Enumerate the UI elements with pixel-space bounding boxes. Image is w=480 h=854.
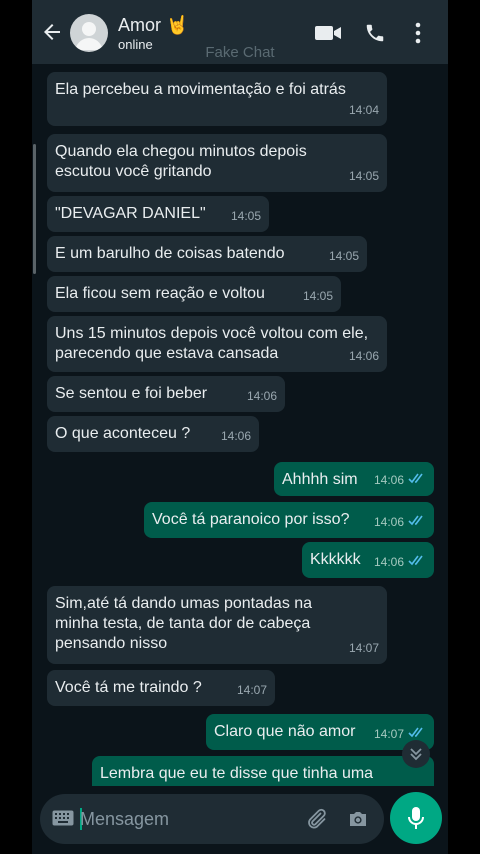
message-text: Ahhhh sim: [282, 471, 358, 488]
message-input[interactable]: Mensagem: [40, 794, 384, 844]
message-list[interactable]: Ela percebeu a movimentação e foi atrás …: [32, 64, 448, 786]
double-check-icon: [408, 470, 426, 490]
scroll-down-button[interactable]: [402, 740, 430, 768]
message-bubble-incoming[interactable]: O que aconteceu ? 14:06: [47, 416, 259, 452]
message-time: 14:06: [348, 349, 379, 363]
attach-icon[interactable]: [304, 807, 328, 836]
input-placeholder: Mensagem: [80, 809, 170, 829]
message-bubble-incoming[interactable]: Ela percebeu a movimentação e foi atrás …: [47, 72, 387, 126]
message-time: 14:05: [348, 169, 379, 183]
message-bubble-incoming[interactable]: Sim,até tá dando umas pontadas na minha …: [47, 586, 387, 664]
message-text: O que aconteceu ?: [55, 425, 191, 442]
message-text: Lembra que eu te disse que tinha uma: [100, 765, 374, 782]
message-time: 14:06: [220, 429, 251, 443]
scrollbar[interactable]: [33, 144, 36, 274]
chevron-down-icon: [410, 748, 422, 761]
camera-icon[interactable]: [346, 807, 370, 836]
chat-screen: Amor 🤘 online Fake Chat Ela percebeu a m…: [32, 0, 448, 854]
message-bubble-incoming[interactable]: Quando ela chegou minutos depois escutou…: [47, 134, 387, 192]
mic-button[interactable]: [390, 792, 442, 844]
message-text: Quando ela chegou minutos depois escutou…: [55, 143, 307, 180]
back-arrow-icon[interactable]: [40, 20, 64, 44]
message-text: E um barulho de coisas batendo: [55, 245, 285, 262]
message-time: 14:05: [328, 249, 359, 263]
message-bubble-incoming[interactable]: Se sentou e foi beber 14:06: [47, 376, 285, 412]
message-text: Você tá me traindo ?: [55, 679, 202, 696]
keyboard-icon[interactable]: [52, 810, 74, 831]
contact-name[interactable]: Amor 🤘: [118, 15, 188, 36]
video-call-icon[interactable]: [314, 22, 342, 49]
message-time: 14:05: [230, 209, 261, 223]
message-bubble-outgoing[interactable]: Claro que não amor 14:07: [206, 714, 434, 750]
message-bubble-outgoing[interactable]: Kkkkkk 14:06: [302, 542, 434, 578]
message-text: Se sentou e foi beber: [55, 385, 208, 402]
message-time: 14:07: [236, 683, 267, 697]
message-text: Você tá paranoico por isso?: [152, 511, 350, 528]
message-text: Kkkkkk: [310, 551, 361, 568]
message-time: 14:07: [373, 727, 404, 741]
message-text: Claro que não amor: [214, 723, 356, 740]
mic-icon: [408, 807, 424, 829]
double-check-icon: [408, 512, 426, 532]
message-bubble-incoming[interactable]: Você tá me traindo ? 14:07: [47, 670, 275, 706]
message-bubble-outgoing[interactable]: Lembra que eu te disse que tinha uma: [92, 756, 434, 786]
message-bubble-outgoing[interactable]: Ahhhh sim 14:06: [274, 462, 434, 496]
message-time: 14:05: [302, 289, 333, 303]
phone-icon[interactable]: [364, 22, 386, 49]
message-time: 14:06: [373, 473, 404, 487]
message-text: Ela ficou sem reação e voltou: [55, 285, 265, 302]
message-text: Ela percebeu a movimentação e foi atrás: [55, 81, 346, 98]
message-time: 14:06: [373, 515, 404, 529]
message-bubble-outgoing[interactable]: Você tá paranoico por isso? 14:06: [144, 502, 434, 538]
message-bubble-incoming[interactable]: "DEVAGAR DANIEL" 14:05: [47, 196, 269, 232]
message-bubble-incoming[interactable]: E um barulho de coisas batendo 14:05: [47, 236, 367, 272]
compose-bar: Mensagem: [32, 786, 448, 854]
message-time: 14:06: [246, 389, 277, 403]
message-text: Uns 15 minutos depois você voltou com el…: [55, 325, 369, 362]
message-bubble-incoming[interactable]: Ela ficou sem reação e voltou 14:05: [47, 276, 341, 312]
message-time: 14:07: [348, 641, 379, 655]
message-text: Sim,até tá dando umas pontadas na minha …: [55, 595, 313, 652]
message-time: 14:06: [373, 555, 404, 569]
double-check-icon: [408, 552, 426, 572]
message-time: 14:04: [348, 103, 379, 117]
message-text: "DEVAGAR DANIEL": [55, 205, 206, 222]
more-vert-icon[interactable]: [414, 22, 422, 49]
chat-header: Amor 🤘 online Fake Chat: [32, 0, 448, 64]
message-bubble-incoming[interactable]: Uns 15 minutos depois você voltou com el…: [47, 316, 387, 372]
